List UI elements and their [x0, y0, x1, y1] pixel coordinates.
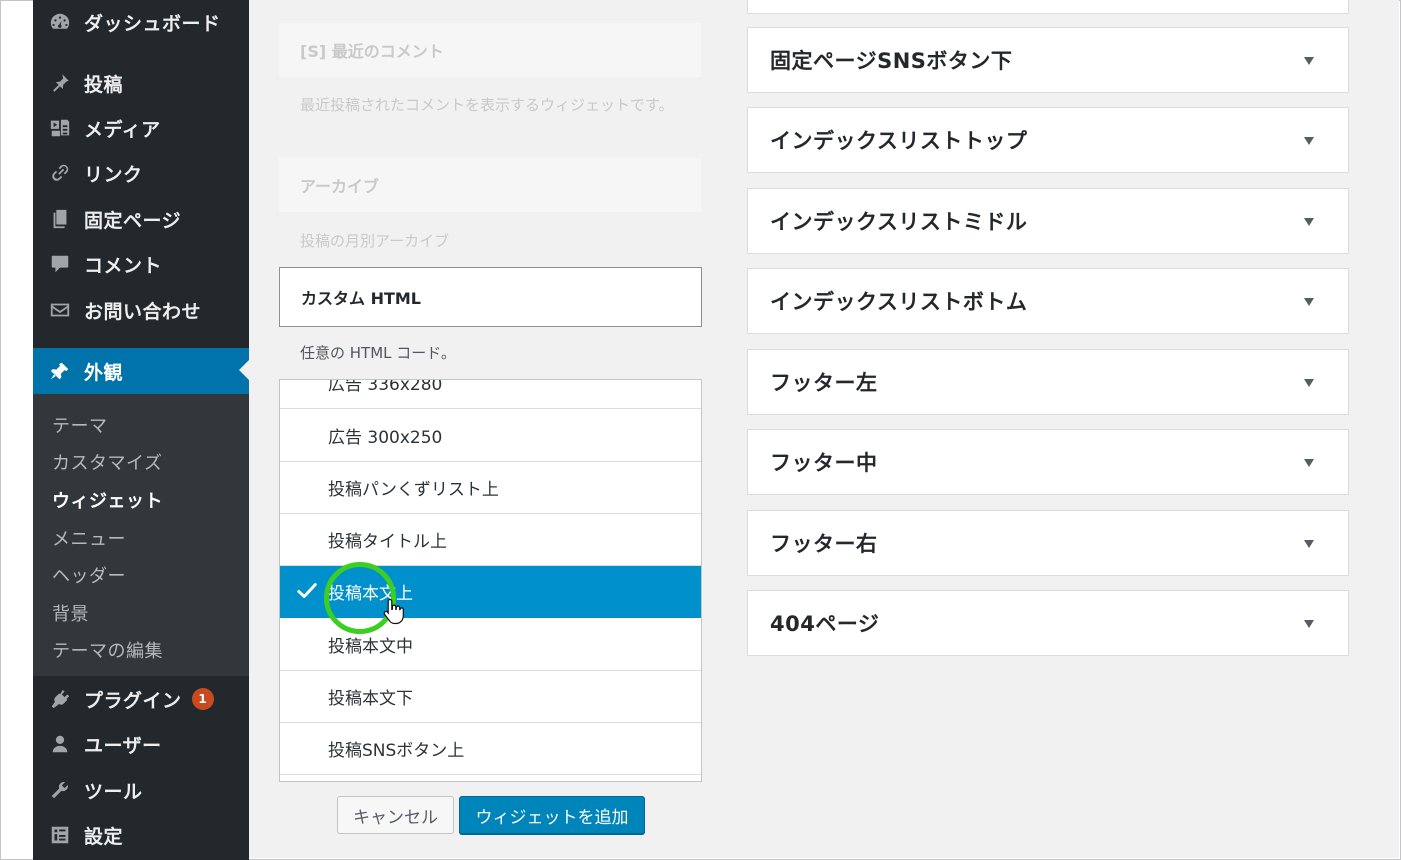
sidebar-item-label: 固定ページ	[84, 209, 182, 232]
sidebar-item-label: 外観	[84, 361, 124, 384]
sidebar-item-settings[interactable]: 設定	[33, 814, 249, 856]
widget-area-404-page[interactable]: 404ページ	[747, 590, 1349, 656]
widget-area-title: フッター右	[770, 532, 878, 556]
caret-down-icon[interactable]	[1304, 379, 1314, 387]
widget-area-option[interactable]: 投稿タイトル上	[280, 514, 701, 566]
media-icon	[48, 116, 72, 140]
widget-area-option[interactable]: 投稿SNSボタン上	[280, 723, 701, 775]
widget-area-option[interactable]: 広告 300x250	[280, 410, 701, 462]
appearance-submenu: テーマ カスタマイズ ウィジェット メニュー ヘッダー 背景 テーマの編集	[33, 394, 249, 676]
widget-area-partial	[747, 0, 1349, 14]
widgets-screen: [S] 最近のコメント 最近投稿されたコメントを表示するウィジェットです。 アー…	[249, 0, 1399, 858]
sidebar-item-label: コメント	[84, 254, 163, 277]
submenu-item-themes[interactable]: テーマ	[52, 412, 108, 438]
sidebar-item-label: ツール	[84, 780, 143, 803]
sidebar-item-comments[interactable]: コメント	[33, 243, 249, 285]
widget-title: アーカイブ	[300, 177, 380, 196]
pin-icon	[48, 71, 72, 95]
available-widget-archives[interactable]: アーカイブ	[279, 158, 701, 212]
sidebar-item-label: プラグイン	[84, 689, 182, 712]
widget-description: 任意の HTML コード。	[300, 344, 456, 362]
link-icon	[48, 161, 72, 185]
sidebar-item-label: ダッシュボード	[84, 12, 221, 35]
widget-area-option-selected[interactable]: 投稿本文上	[280, 566, 701, 618]
widget-area-option[interactable]: 投稿本文下	[280, 671, 701, 723]
submenu-item-theme-editor[interactable]: テーマの編集	[52, 637, 163, 663]
update-count-badge: 1	[191, 688, 214, 710]
caret-down-icon[interactable]	[1304, 459, 1314, 467]
comment-icon	[48, 252, 72, 276]
add-widget-button[interactable]: ウィジェットを追加	[459, 796, 645, 834]
available-widget-custom-html[interactable]: カスタム HTML	[279, 267, 702, 327]
sidebar-item-dashboard[interactable]: ダッシュボード	[33, 1, 249, 43]
widget-area-chooser-list[interactable]: 広告 336x280 広告 300x250 投稿パンくずリスト上 投稿タイトル上…	[279, 379, 702, 782]
sidebar-item-label: お問い合わせ	[84, 300, 202, 323]
widget-area-page-sns-bottom[interactable]: 固定ページSNSボタン下	[747, 27, 1349, 93]
widget-area-option[interactable]: 投稿パンくずリスト上	[280, 462, 701, 514]
checkmark-icon	[297, 583, 317, 598]
dashboard-icon	[48, 10, 72, 34]
widget-area-option[interactable]: 広告 336x280	[280, 380, 701, 409]
sidebar-item-label: 投稿	[84, 73, 124, 96]
widget-area-title: 404ページ	[770, 612, 880, 636]
mail-icon	[48, 298, 72, 322]
brush-icon	[48, 359, 72, 383]
sidebar-item-links[interactable]: リンク	[33, 152, 249, 194]
settings-icon	[48, 823, 72, 847]
available-widget-recent-comments[interactable]: [S] 最近のコメント	[279, 23, 701, 77]
submenu-item-widgets[interactable]: ウィジェット	[52, 487, 163, 513]
sidebar-item-label: メディア	[84, 118, 161, 141]
submenu-item-customize[interactable]: カスタマイズ	[52, 449, 162, 475]
plugin-icon	[48, 687, 72, 711]
sidebar-item-contact[interactable]: お問い合わせ	[33, 289, 249, 331]
widget-area-index-list-top[interactable]: インデックスリストトップ	[747, 107, 1349, 173]
widget-area-footer-center[interactable]: フッター中	[747, 429, 1349, 495]
caret-down-icon[interactable]	[1304, 57, 1314, 65]
sidebar-item-posts[interactable]: 投稿	[33, 62, 249, 104]
widget-area-title: フッター左	[770, 371, 878, 395]
cancel-button[interactable]: キャンセル	[337, 796, 454, 834]
widget-area-title: フッター中	[770, 451, 878, 475]
caret-down-icon[interactable]	[1304, 218, 1314, 226]
wrench-icon	[48, 778, 72, 802]
widget-description: 投稿の月別アーカイブ	[300, 232, 450, 250]
caret-down-icon[interactable]	[1304, 620, 1314, 628]
widget-area-footer-right[interactable]: フッター右	[747, 510, 1349, 576]
widget-area-index-list-bottom[interactable]: インデックスリストボトム	[747, 268, 1349, 334]
submenu-item-menus[interactable]: メニュー	[52, 525, 126, 551]
pages-icon	[48, 207, 72, 231]
admin-sidebar: ダッシュボード 投稿 メディア リンク 固定ページ コメント お問い合わせ 外観…	[33, 0, 249, 860]
caret-down-icon[interactable]	[1304, 137, 1314, 145]
sidebar-item-tools[interactable]: ツール	[33, 769, 249, 811]
widget-area-title: インデックスリストトップ	[770, 129, 1028, 153]
sidebar-item-appearance[interactable]: 外観	[33, 348, 249, 394]
sidebar-item-users[interactable]: ユーザー	[33, 723, 249, 765]
submenu-item-background[interactable]: 背景	[52, 600, 89, 626]
widget-area-option[interactable]: 投稿本文中	[280, 619, 701, 671]
widget-title: カスタム HTML	[301, 289, 421, 308]
sidebar-item-pages[interactable]: 固定ページ	[33, 198, 249, 240]
caret-down-icon[interactable]	[1304, 298, 1314, 306]
widget-area-index-list-middle[interactable]: インデックスリストミドル	[747, 188, 1349, 254]
widget-area-title: インデックスリストミドル	[770, 210, 1028, 234]
sidebar-item-plugins[interactable]: プラグイン 1	[33, 678, 249, 720]
sidebar-item-label: 設定	[84, 825, 124, 848]
widget-description: 最近投稿されたコメントを表示するウィジェットです。	[300, 96, 674, 114]
widget-area-title: 固定ページSNSボタン下	[770, 49, 1013, 73]
sidebar-item-label: ユーザー	[84, 734, 162, 757]
sidebar-item-label: リンク	[84, 163, 143, 186]
submenu-item-header[interactable]: ヘッダー	[52, 562, 126, 588]
user-icon	[48, 732, 72, 756]
widget-area-footer-left[interactable]: フッター左	[747, 349, 1349, 415]
widget-area-title: インデックスリストボトム	[770, 290, 1028, 314]
active-indicator	[239, 360, 249, 380]
widget-title: [S] 最近のコメント	[300, 42, 444, 61]
sidebar-item-media[interactable]: メディア	[33, 107, 249, 149]
caret-down-icon[interactable]	[1304, 540, 1314, 548]
